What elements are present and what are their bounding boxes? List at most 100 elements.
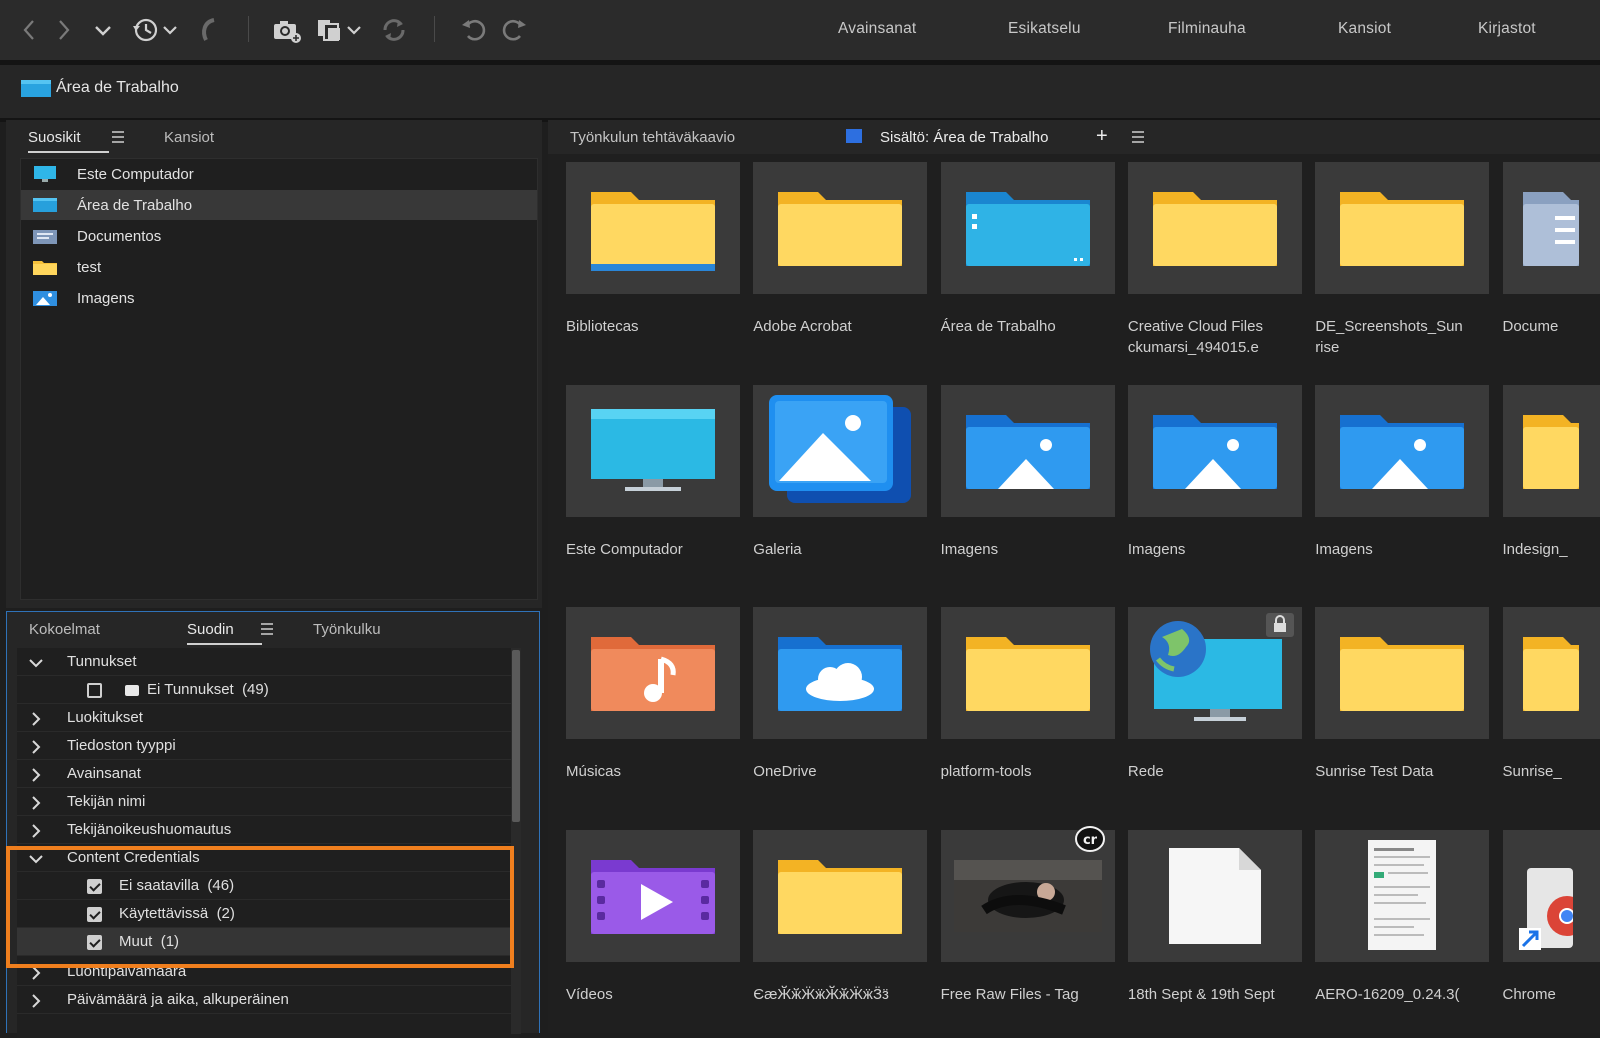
thumbnail-item[interactable]: Imagens [941,385,1121,595]
return-to-app-icon[interactable] [194,14,226,46]
thumbnail[interactable] [1315,385,1489,517]
tab-filter[interactable]: Suodin [187,621,234,638]
thumbnail[interactable] [566,830,740,962]
thumbnail-item[interactable]: Músicas [566,607,746,817]
content-credentials-badge-icon[interactable]: cr [1075,826,1105,852]
panel-menu-icon[interactable] [259,622,275,636]
chevron-right-icon[interactable] [29,768,43,782]
tab-content[interactable]: Sisältö: Área de Trabalho + [846,124,1146,156]
thumbnail[interactable] [941,607,1115,739]
chevron-right-icon[interactable] [29,994,43,1008]
thumbnail[interactable] [566,607,740,739]
scrollbar-thumb[interactable] [512,650,520,822]
tab-collections[interactable]: Kokoelmat [29,621,100,638]
workspace-tab-preview[interactable]: Esikatselu [1008,20,1081,38]
thumbnail[interactable] [566,385,740,517]
thumbnail-item[interactable]: AERO-16209_0.24.3( [1315,830,1495,1034]
tab-workflow-schedule[interactable]: Työnkulun tehtäväkaavio [570,129,735,146]
thumbnail[interactable] [1315,162,1489,294]
thumbnail-item[interactable]: Chrome [1503,830,1600,1034]
filter-group-tiedoston-tyyppi[interactable]: Tiedoston tyyppi [17,732,519,760]
chevron-right-icon[interactable] [29,796,43,810]
filter-group-tekijanoikeushuomautus[interactable]: Tekijänoikeushuomautus [17,816,519,844]
chevron-down-icon[interactable] [29,656,43,670]
thumbnail-item[interactable]: Imagens [1128,385,1308,595]
thumbnail-item[interactable]: Sunrise_ [1503,607,1600,817]
thumbnail-item[interactable]: Este Computador [566,385,746,595]
chevron-right-icon[interactable] [29,824,43,838]
thumbnail[interactable]: cr [941,830,1115,962]
thumbnail-item[interactable]: DE_Screenshots_Sun rise [1315,162,1495,372]
workspace-tab-folders[interactable]: Kansiot [1338,20,1391,38]
chevron-down-icon[interactable] [88,14,120,46]
thumbnail-item[interactable]: Adobe Acrobat [753,162,933,372]
chevron-right-icon[interactable] [29,712,43,726]
favorite-item-imagens[interactable]: Imagens [21,283,537,313]
thumbnail[interactable] [1128,385,1302,517]
thumbnail-item[interactable]: Vídeos [566,830,746,1034]
thumbnail[interactable] [1315,607,1489,739]
breadcrumb[interactable]: Área de Trabalho [56,79,179,97]
thumbnail-item[interactable]: Docume [1503,162,1600,372]
panel-menu-icon[interactable] [110,130,126,144]
thumbnail[interactable] [1503,162,1600,294]
thumbnail-item[interactable]: Indesign_ [1503,385,1600,595]
back-icon[interactable] [14,14,46,46]
thumbnail-item[interactable]: Creative Cloud Files ckumarsi_494015.e [1128,162,1308,372]
filter-group-tekijan-nimi[interactable]: Tekijän nimi [17,788,519,816]
add-tab-button[interactable]: + [1096,125,1108,148]
thumbnail[interactable] [753,162,927,294]
workspace-tab-libraries[interactable]: Kirjastot [1478,20,1536,38]
favorite-item-test[interactable]: test [21,252,537,282]
filter-group-paivamaara-alkuperainen[interactable]: Päivämäärä ja aika, alkuperäinen [17,986,519,1014]
thumbnail[interactable] [753,607,927,739]
sync-icon[interactable] [378,14,410,46]
thumbnail-item[interactable]: Bibliotecas [566,162,746,372]
panel-menu-icon[interactable] [1130,130,1146,144]
thumbnail[interactable] [566,162,740,294]
filter-group-avainsanat[interactable]: Avainsanat [17,760,519,788]
favorite-item-este-computador[interactable]: Este Computador [21,159,537,189]
thumbnail-item[interactable]: platform-tools [941,607,1121,817]
chevron-right-icon[interactable] [29,740,43,754]
thumbnail-item[interactable]: Área de Trabalho [941,162,1121,372]
tab-folders[interactable]: Kansiot [164,129,214,146]
rotate-right-icon[interactable] [498,14,530,46]
thumbnail-item[interactable]: OneDrive [753,607,933,817]
thumbnail[interactable] [1503,385,1600,517]
path-bar: Área de Trabalho [0,65,1600,122]
thumbnail-item[interactable]: Imagens [1315,385,1495,595]
thumbnail[interactable] [941,385,1115,517]
forward-icon[interactable] [48,14,80,46]
thumbnail-item[interactable]: 18th Sept & 19th Sept [1128,830,1308,1034]
filter-group-luokitukset[interactable]: Luokitukset [17,704,519,732]
thumbnail[interactable] [1128,607,1302,739]
thumbnail-item[interactable]: Rede [1128,607,1308,817]
thumbnail-item[interactable]: Sunrise Test Data [1315,607,1495,817]
workspace-tab-filmstrip[interactable]: Filminauha [1168,20,1246,38]
thumbnail[interactable] [753,385,927,517]
tab-favorites[interactable]: Suosikit [28,129,81,146]
recent-history-icon[interactable] [128,14,184,46]
tab-workflow[interactable]: Työnkulku [313,621,381,638]
thumbnail-item[interactable]: Galeria [753,385,933,595]
filter-group-tunnukset[interactable]: Tunnukset [17,648,519,676]
filter-option-ei-tunnukset[interactable]: Ei Tunnukset (49) [17,676,519,704]
checkbox[interactable] [87,683,102,698]
get-photos-camera-icon[interactable] [270,14,302,46]
favorite-item-area-de-trabalho[interactable]: Área de Trabalho [21,190,537,220]
thumbnail-item[interactable]: ЄӕӁӂӜӝӁӂӜӝӞӟ [753,830,933,1034]
thumbnail[interactable] [1128,162,1302,294]
thumbnail[interactable] [941,162,1115,294]
thumbnail[interactable] [753,830,927,962]
workspace-tab-keywords[interactable]: Avainsanat [838,20,916,38]
favorite-item-documentos[interactable]: Documentos [21,221,537,251]
thumbnail-item[interactable]: crFree Raw Files - Tag [941,830,1121,1034]
chevron-right-icon[interactable] [29,966,43,980]
refine-icon[interactable] [314,14,368,46]
thumbnail[interactable] [1503,830,1600,962]
rotate-left-icon[interactable] [458,14,490,46]
thumbnail[interactable] [1315,830,1489,962]
thumbnail[interactable] [1503,607,1600,739]
thumbnail[interactable] [1128,830,1302,962]
